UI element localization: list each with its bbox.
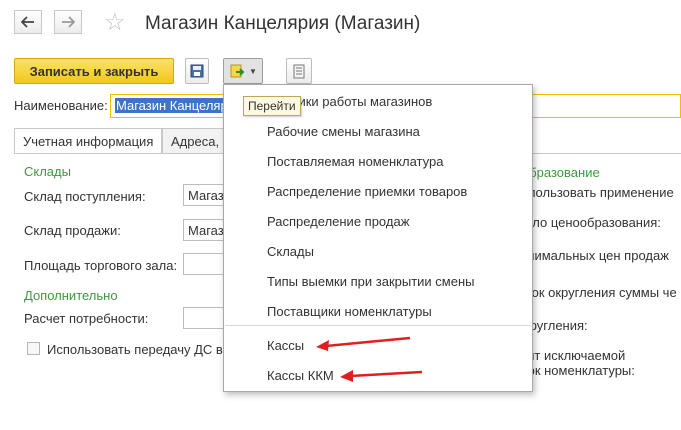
menu-item-supplied-nomenclature[interactable]: Поставляемая номенклатура — [267, 154, 443, 169]
arrow-left-icon — [21, 16, 34, 28]
rounding-order-label: док округления суммы че — [524, 285, 677, 300]
exclude-label-2: док номенклатуры: — [520, 363, 635, 378]
menu-item-cash-withdrawal-types[interactable]: Типы выемки при закрытии смены — [267, 274, 474, 289]
section-pricing: образование — [522, 165, 600, 180]
list-report-button[interactable] — [286, 58, 312, 84]
menu-item-receipt-distribution[interactable]: Распределение приемки товаров — [267, 184, 467, 199]
menu-item-warehouses[interactable]: Склады — [267, 244, 314, 259]
chevron-down-icon: ▼ — [249, 66, 257, 76]
arrow-right-icon — [62, 16, 75, 28]
sales-warehouse-label: Склад продажи: — [24, 223, 121, 238]
back-button[interactable] — [14, 10, 42, 34]
goto-document-icon — [230, 64, 245, 78]
menu-item-store-shifts[interactable]: Рабочие смены магазина — [267, 124, 420, 139]
transfer-checkbox-label: Использовать передачу ДС в — [47, 342, 223, 357]
page-title: Магазин Канцелярия (Магазин) — [145, 13, 421, 34]
section-warehouses: Склады — [24, 164, 71, 179]
floppy-disk-icon — [190, 64, 204, 78]
tab-addresses[interactable]: Адреса, — [162, 128, 232, 154]
exclude-label-1: ент исключаемой — [520, 348, 626, 363]
menu-item-cash-registers[interactable]: Кассы — [267, 338, 304, 353]
menu-item-nomenclature-suppliers[interactable]: Поставщики номенклатуры — [267, 304, 432, 319]
name-label: Наименование: — [14, 98, 108, 113]
save-and-close-button[interactable]: Записать и закрыть — [14, 58, 174, 84]
tab-accounting-info[interactable]: Учетная информация — [14, 128, 162, 154]
receipt-warehouse-label: Склад поступления: — [24, 189, 146, 204]
star-icon[interactable]: ☆ — [104, 11, 126, 35]
menu-item-kkm-cash-registers[interactable]: Кассы ККМ — [267, 368, 334, 383]
transfer-checkbox[interactable] — [27, 342, 40, 355]
goto-menu-button[interactable]: ▼ — [223, 58, 263, 84]
trading-area-label: Площадь торгового зала: — [24, 258, 178, 273]
list-report-icon — [293, 64, 305, 78]
rounding-label: кругления: — [524, 318, 588, 333]
pricing-rule-label: ило ценообразования: — [525, 215, 661, 230]
section-additional: Дополнительно — [24, 288, 118, 303]
annotation-arrow-kkm — [340, 370, 423, 382]
use-apply-label: спользовать применение — [522, 185, 674, 200]
min-prices-label: инимальных цен продаж — [520, 248, 669, 263]
forward-button[interactable] — [54, 10, 82, 34]
menu-divider — [225, 325, 531, 326]
save-button[interactable] — [185, 58, 209, 84]
demand-calc-label: Расчет потребности: — [24, 311, 149, 326]
annotation-arrow-cash-registers — [316, 336, 411, 351]
goto-tooltip: Перейти — [243, 96, 301, 116]
menu-item-sales-distribution[interactable]: Распределение продаж — [267, 214, 409, 229]
